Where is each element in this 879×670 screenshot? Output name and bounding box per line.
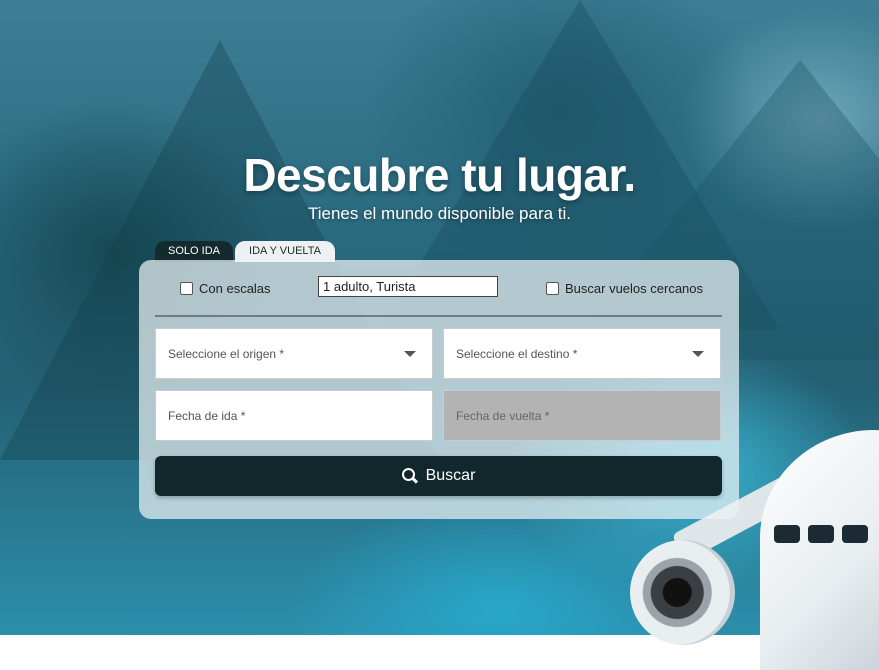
departure-placeholder: Fecha de ida * [168,409,246,423]
search-options-row: Con escalas 1 adulto, Turista Buscar vue… [139,260,739,312]
search-icon [401,468,418,484]
stops-checkbox[interactable]: Con escalas [180,281,271,296]
chevron-down-icon [692,351,704,357]
destination-select[interactable]: Seleccione el destino * [443,328,721,379]
search-button-label: Buscar [425,467,476,484]
checkbox-box[interactable] [180,282,193,295]
nearby-flights-label: Buscar vuelos cercanos [565,281,704,296]
return-date-field: Fecha de vuelta * [443,390,721,441]
flight-search-panel: Con escalas 1 adulto, Turista Buscar vue… [139,260,739,519]
tab-ida-y-vuelta[interactable]: IDA Y VUELTA [235,241,335,262]
checkbox-box[interactable] [546,282,559,295]
origin-select[interactable]: Seleccione el origen * [155,328,433,379]
hero-subtitle: Tienes el mundo disponible para ti. [307,204,572,223]
tab-solo-ida[interactable]: SOLO IDA [155,241,233,262]
destination-placeholder: Seleccione el destino * [456,347,578,361]
stops-label: Con escalas [199,281,271,296]
hero-title: Descubre tu lugar. [243,149,636,201]
departure-date-field[interactable]: Fecha de ida * [155,390,433,441]
nearby-flights-checkbox[interactable]: Buscar vuelos cercanos [546,281,703,296]
passengers-input[interactable]: 1 adulto, Turista [318,276,498,297]
return-placeholder: Fecha de vuelta * [456,409,550,423]
search-button[interactable]: Buscar [155,456,722,496]
chevron-down-icon [404,351,416,357]
origin-placeholder: Seleccione el origen * [168,347,285,361]
divider [155,315,722,317]
